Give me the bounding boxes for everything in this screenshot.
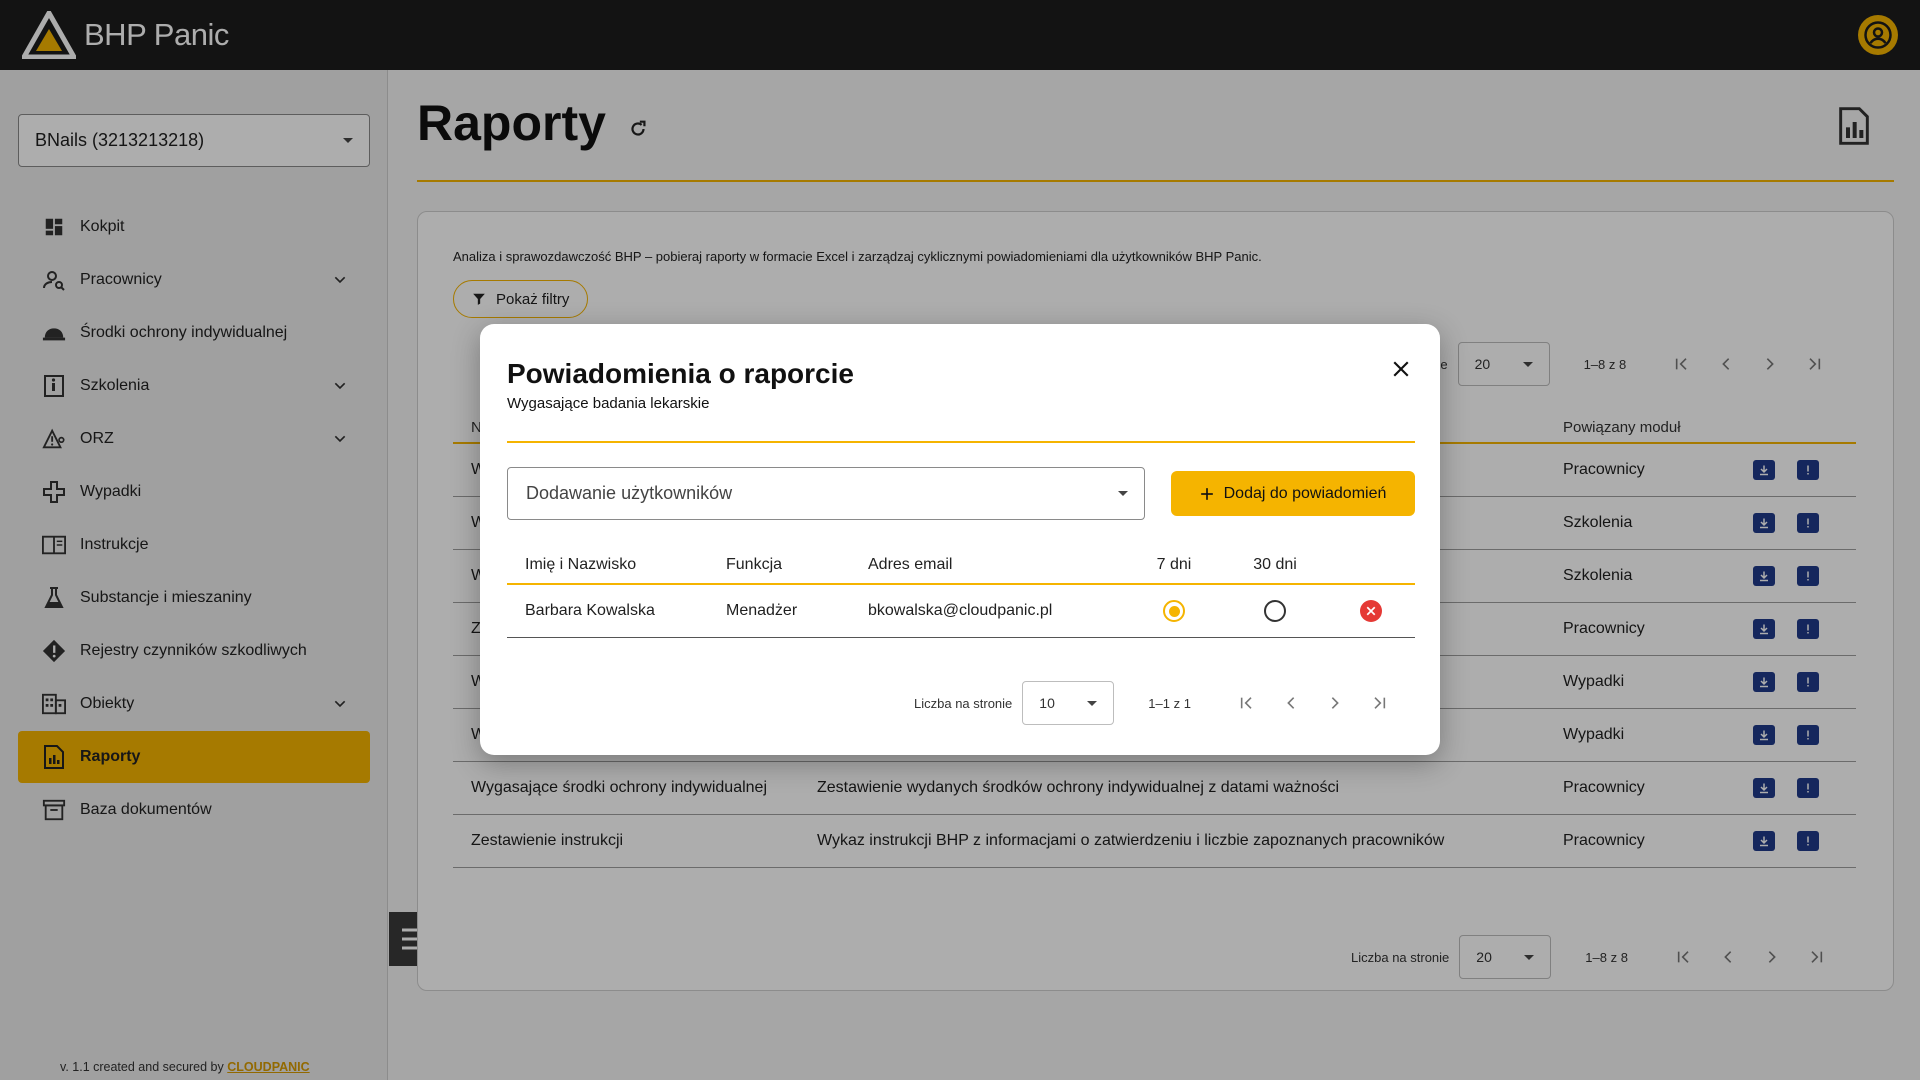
prev-page-icon[interactable] xyxy=(1269,695,1313,711)
page-range: 1–1 z 1 xyxy=(1148,695,1191,711)
column-30-days: 30 dni xyxy=(1253,556,1297,573)
add-to-notifications-button[interactable]: Dodaj do powiadomień xyxy=(1171,471,1415,516)
user-role: Menadżer xyxy=(726,602,798,619)
column-email: Adres email xyxy=(868,556,953,573)
plus-icon xyxy=(1200,487,1213,500)
dialog-subtitle: Wygasające badania lekarskie xyxy=(507,395,710,412)
close-icon xyxy=(1366,606,1375,616)
last-page-icon[interactable] xyxy=(1357,695,1401,711)
first-page-icon[interactable] xyxy=(1225,695,1269,711)
chevron-down-icon xyxy=(1087,700,1098,706)
chevron-down-icon xyxy=(1118,491,1128,496)
add-to-notifications-label: Dodaj do powiadomień xyxy=(1223,484,1387,502)
close-icon[interactable] xyxy=(1392,360,1410,383)
per-page-label: Liczba na stronie xyxy=(914,695,1013,711)
column-role: Funkcja xyxy=(726,556,783,573)
radio-7-days[interactable] xyxy=(1163,600,1185,622)
radio-cell-7-days xyxy=(1124,600,1224,622)
user-name: Barbara Kowalska xyxy=(525,602,655,619)
remove-user-button[interactable] xyxy=(1359,600,1382,622)
next-page-icon[interactable] xyxy=(1313,695,1357,711)
dialog-divider xyxy=(507,441,1415,443)
report-notifications-dialog: Powiadomienia o raporcie Wygasające bada… xyxy=(480,324,1440,755)
add-users-select-placeholder: Dodawanie użytkowników xyxy=(526,483,733,503)
radio-cell-30-days xyxy=(1224,600,1326,622)
per-page-select[interactable]: 10 xyxy=(1022,681,1115,725)
dialog-table-header: Imię i Nazwisko Funkcja Adres email 7 dn… xyxy=(507,547,1415,585)
user-email: bkowalska@cloudpanic.pl xyxy=(868,602,1053,619)
per-page-value: 10 xyxy=(1039,695,1055,711)
dialog-pagination: Liczba na stronie 10 1–1 z 1 xyxy=(914,681,1401,725)
column-7-days: 7 dni xyxy=(1156,556,1192,573)
radio-30-days[interactable] xyxy=(1264,600,1286,622)
column-full-name: Imię i Nazwisko xyxy=(525,556,637,573)
table-row: Barbara Kowalska Menadżer bkowalska@clou… xyxy=(507,585,1415,638)
add-users-select[interactable]: Dodawanie użytkowników xyxy=(507,467,1145,520)
dialog-title: Powiadomienia o raporcie xyxy=(507,358,854,389)
notification-users-table: Imię i Nazwisko Funkcja Adres email 7 dn… xyxy=(507,547,1415,638)
remove-cell xyxy=(1326,600,1415,622)
